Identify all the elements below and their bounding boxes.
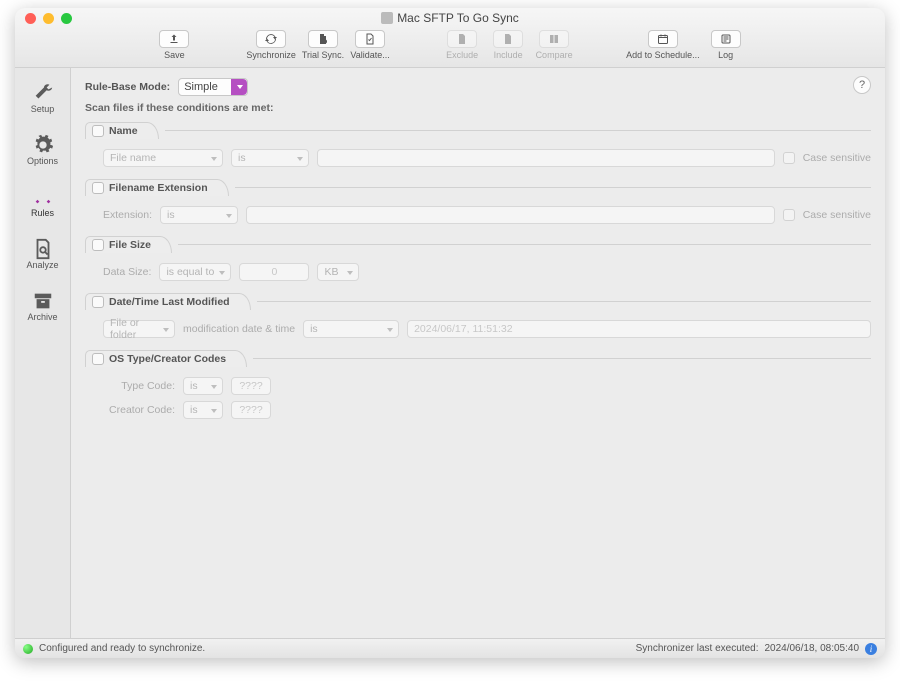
help-button[interactable]: ? xyxy=(853,76,871,94)
ext-label: Extension: xyxy=(103,209,152,221)
ext-value-input[interactable] xyxy=(246,206,775,224)
name-value-input[interactable] xyxy=(317,149,775,167)
window-controls[interactable] xyxy=(25,13,72,24)
section-extension: Filename Extension Extension: is Case se… xyxy=(85,179,871,228)
compare-button: Compare xyxy=(534,30,574,60)
compare-icon xyxy=(548,33,560,45)
rule-base-mode-select[interactable]: Simple xyxy=(178,78,248,96)
main-area: Setup Options Rules Analyze Archive ? xyxy=(15,68,885,638)
ext-operator-select[interactable]: is xyxy=(160,206,238,224)
date-target-select[interactable]: File or folder xyxy=(103,320,175,338)
log-button[interactable]: Log xyxy=(706,30,746,60)
document-icon xyxy=(381,12,393,24)
creator-code-label: Creator Code: xyxy=(103,404,175,416)
name-operator-select[interactable]: is xyxy=(231,149,309,167)
rule-base-label: Rule-Base Mode: xyxy=(85,81,170,93)
type-code-label: Type Code: xyxy=(103,380,175,392)
type-value-input[interactable]: ???? xyxy=(231,377,271,395)
name-field-select[interactable]: File name xyxy=(103,149,223,167)
toolbar: Save Synchronize Trial Sync. Validate...… xyxy=(15,28,885,67)
wrench-icon xyxy=(32,82,54,104)
window-title: Mac SFTP To Go Sync xyxy=(15,11,885,25)
synchronize-icon xyxy=(265,33,277,45)
os-enable-checkbox[interactable] xyxy=(92,353,104,365)
save-button[interactable]: Save xyxy=(154,30,194,60)
status-right-time: 2024/06/18, 08:05:40 xyxy=(764,643,859,654)
section-name-title: Name xyxy=(109,125,138,137)
gear-icon xyxy=(32,134,54,156)
section-name: Name File name is Case sensitive xyxy=(85,122,871,171)
status-indicator-icon xyxy=(23,644,33,654)
section-date-title: Date/Time Last Modified xyxy=(109,296,230,308)
exclude-icon xyxy=(456,33,468,45)
status-right-label: Synchronizer last executed: xyxy=(636,643,759,654)
calendar-icon xyxy=(657,33,669,45)
validate-button[interactable]: Validate... xyxy=(350,30,390,60)
minimize-window-button[interactable] xyxy=(43,13,54,24)
include-button: Include xyxy=(488,30,528,60)
ext-case-label: Case sensitive xyxy=(803,209,871,221)
creator-op-select[interactable]: is xyxy=(183,401,223,419)
trial-sync-button[interactable]: Trial Sync. xyxy=(302,30,344,60)
magnifier-document-icon xyxy=(32,238,54,260)
size-operator-select[interactable]: is equal to xyxy=(159,263,231,281)
ext-enable-checkbox[interactable] xyxy=(92,182,104,194)
size-value-input[interactable]: 0 xyxy=(239,263,309,281)
sidebar-item-options[interactable]: Options xyxy=(15,130,70,170)
name-case-label: Case sensitive xyxy=(803,152,871,164)
zoom-window-button[interactable] xyxy=(61,13,72,24)
size-label: Data Size: xyxy=(103,266,151,278)
sidebar-item-setup[interactable]: Setup xyxy=(15,78,70,118)
creator-value-input[interactable]: ???? xyxy=(231,401,271,419)
app-window: Mac SFTP To Go Sync Save Synchronize Tri… xyxy=(15,8,885,658)
sidebar-item-rules[interactable]: Rules xyxy=(15,182,70,222)
content-pane: ? Rule-Base Mode: Simple Scan files if t… xyxy=(71,68,885,638)
section-os-codes: OS Type/Creator Codes Type Code: is ????… xyxy=(85,350,871,423)
scan-conditions-label: Scan files if these conditions are met: xyxy=(85,102,871,114)
date-value-input[interactable]: 2024/06/17, 11:51:32 xyxy=(407,320,871,338)
size-unit-select[interactable]: KB xyxy=(317,263,359,281)
trial-sync-icon xyxy=(317,33,329,45)
synchronize-button[interactable]: Synchronize xyxy=(246,30,296,60)
include-icon xyxy=(502,33,514,45)
archive-icon xyxy=(32,290,54,312)
log-icon xyxy=(720,33,732,45)
close-window-button[interactable] xyxy=(25,13,36,24)
type-op-select[interactable]: is xyxy=(183,377,223,395)
exclude-button: Exclude xyxy=(442,30,482,60)
date-enable-checkbox[interactable] xyxy=(92,296,104,308)
date-attribute-label: modification date & time xyxy=(183,323,295,335)
sidebar-item-analyze[interactable]: Analyze xyxy=(15,234,70,274)
status-left-text: Configured and ready to synchronize. xyxy=(39,643,205,654)
section-date: Date/Time Last Modified File or folder m… xyxy=(85,293,871,342)
info-icon[interactable]: i xyxy=(865,643,877,655)
ext-case-checkbox[interactable] xyxy=(783,209,795,221)
save-icon xyxy=(168,33,180,45)
size-enable-checkbox[interactable] xyxy=(92,239,104,251)
validate-icon xyxy=(364,33,376,45)
status-bar: Configured and ready to synchronize. Syn… xyxy=(15,638,885,658)
add-schedule-button[interactable]: Add to Schedule... xyxy=(626,30,700,60)
date-operator-select[interactable]: is xyxy=(303,320,399,338)
name-enable-checkbox[interactable] xyxy=(92,125,104,137)
section-ext-title: Filename Extension xyxy=(109,182,208,194)
section-os-title: OS Type/Creator Codes xyxy=(109,353,226,365)
window-title-text: Mac SFTP To Go Sync xyxy=(397,11,519,25)
section-size: File Size Data Size: is equal to 0 KB xyxy=(85,236,871,285)
branch-icon xyxy=(32,186,54,208)
section-size-title: File Size xyxy=(109,239,151,251)
sidebar-item-archive[interactable]: Archive xyxy=(15,286,70,326)
titlebar: Mac SFTP To Go Sync Save Synchronize Tri… xyxy=(15,8,885,68)
name-case-checkbox[interactable] xyxy=(783,152,795,164)
sidebar: Setup Options Rules Analyze Archive xyxy=(15,68,71,638)
